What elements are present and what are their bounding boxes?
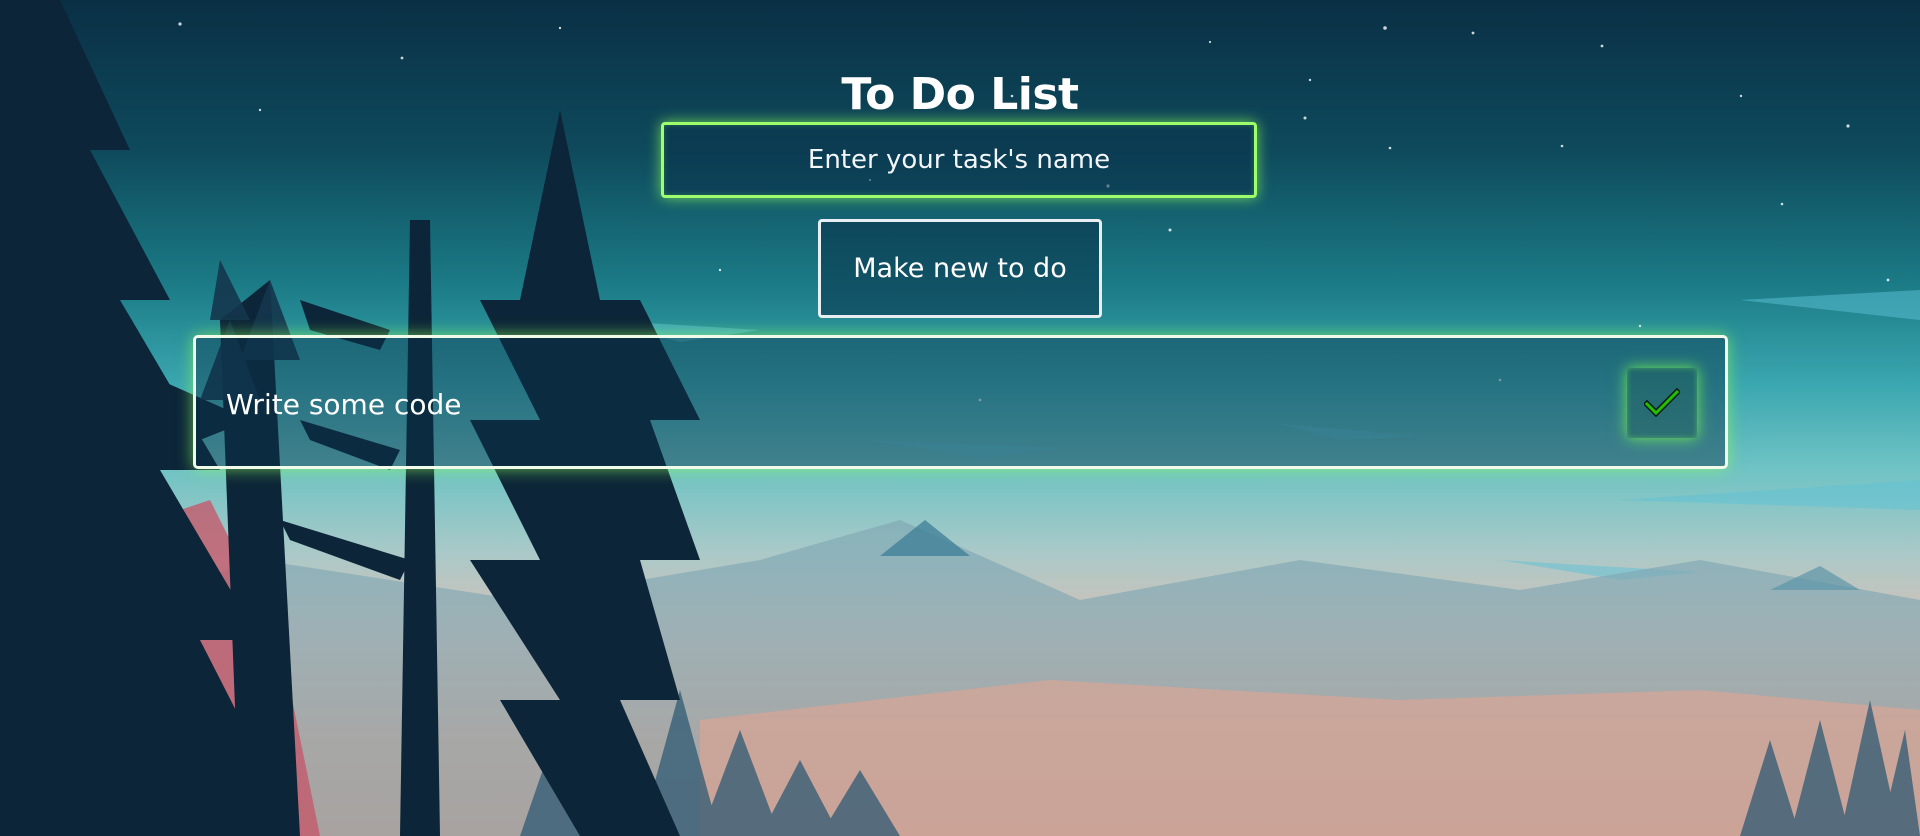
task-name-input[interactable] (661, 122, 1257, 198)
complete-todo-button[interactable] (1627, 368, 1697, 438)
todo-item: Write some code (193, 335, 1728, 469)
page-title: To Do List (841, 69, 1079, 121)
todo-item-text: Write some code (226, 388, 462, 421)
checkmark-icon (1644, 388, 1680, 418)
make-new-todo-button[interactable]: Make new to do (818, 219, 1102, 318)
